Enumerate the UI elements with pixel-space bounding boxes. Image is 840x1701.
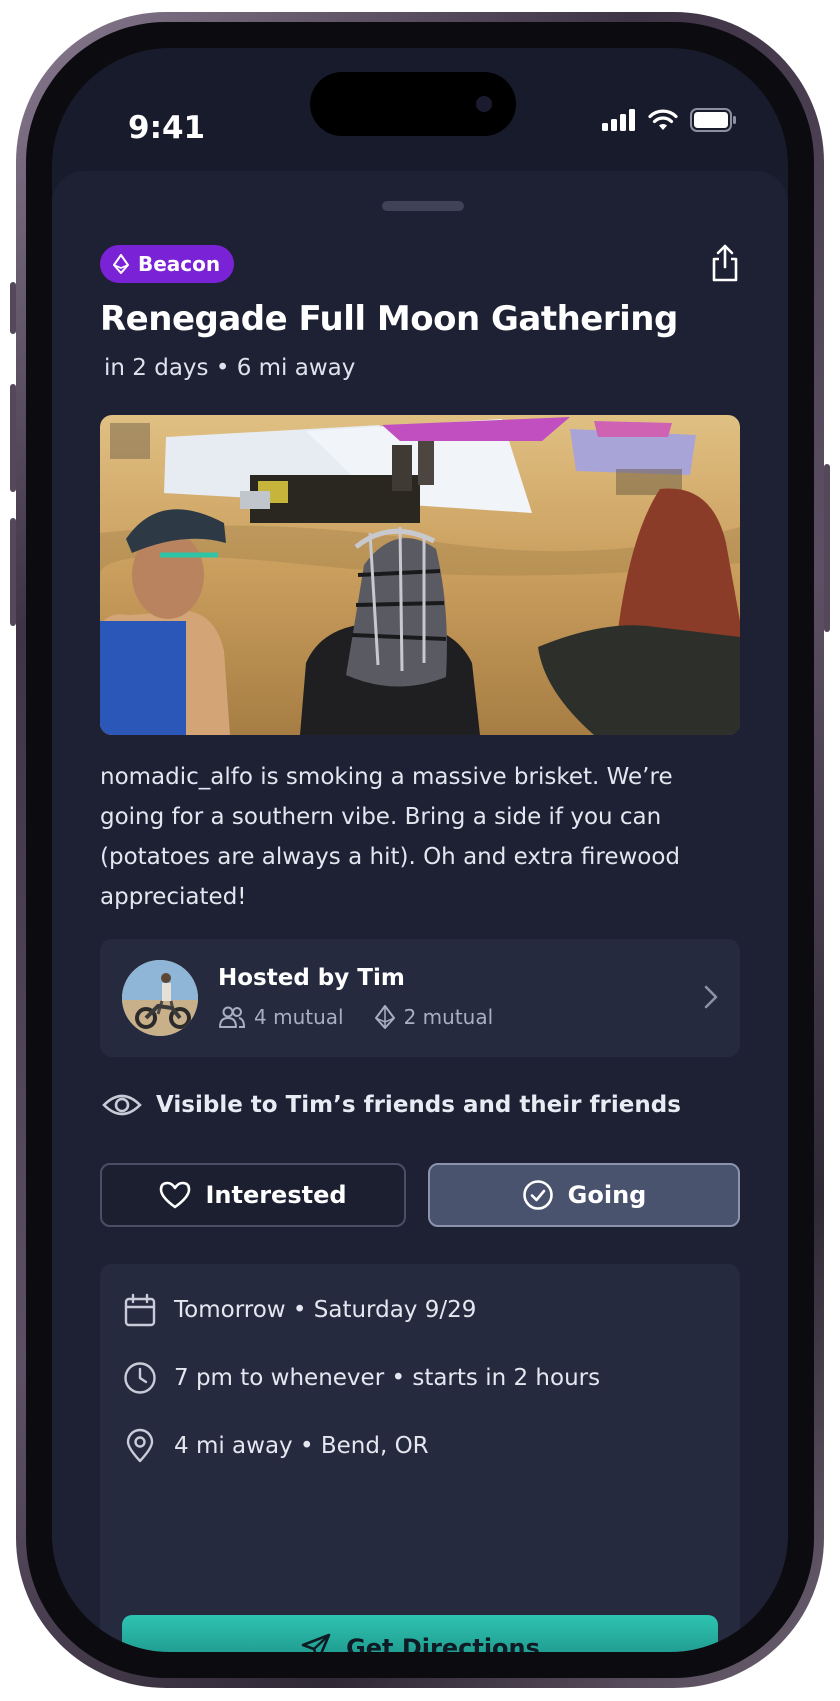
people-icon — [219, 1006, 246, 1028]
get-directions-button[interactable]: Get Directions — [122, 1615, 718, 1652]
interested-button[interactable]: Interested — [100, 1163, 406, 1227]
sheet-drag-handle[interactable] — [382, 201, 464, 211]
calendar-icon — [124, 1293, 156, 1327]
status-bar: 9:41 — [52, 48, 788, 178]
camera-lens — [476, 96, 492, 112]
event-time: 7 pm to whenever • starts in 2 hours — [174, 1365, 601, 1391]
phone-frame: 9:41 Beacon Renegade Full Moon Gathering… — [10, 12, 830, 1688]
volume-up-button — [10, 384, 16, 492]
interested-label: Interested — [205, 1181, 347, 1209]
time-row: 7 pm to whenever • starts in 2 hours — [122, 1360, 600, 1396]
signal-icon — [602, 109, 635, 131]
event-title: Renegade Full Moon Gathering — [100, 299, 678, 339]
event-details-card: Tomorrow • Saturday 9/29 7 pm to wheneve… — [100, 1264, 740, 1652]
power-button — [824, 464, 830, 632]
heart-icon — [160, 1181, 191, 1209]
event-description: nomadic_alfo is smoking a massive briske… — [100, 764, 681, 910]
screen: 9:41 Beacon Renegade Full Moon Gathering… — [52, 48, 788, 1652]
beacon-badge: Beacon — [100, 245, 235, 283]
wifi-icon — [648, 109, 678, 130]
event-sheet: Beacon Renegade Full Moon Gathering in 2… — [52, 171, 788, 1652]
status-icons — [602, 108, 738, 132]
location-pin-icon — [126, 1428, 154, 1463]
location-row: 4 mi away • Bend, OR — [122, 1428, 429, 1464]
event-location: 4 mi away • Bend, OR — [174, 1433, 429, 1459]
dynamic-island — [310, 72, 516, 136]
host-name: Hosted by Tim — [218, 965, 405, 991]
share-icon[interactable] — [708, 243, 742, 283]
going-button[interactable]: Going — [428, 1163, 740, 1227]
eye-icon — [102, 1094, 142, 1116]
event-subtitle: in 2 days • 6 mi away — [104, 355, 356, 381]
mutual-friends: 4 mutual — [254, 1005, 344, 1029]
battery-icon — [690, 108, 736, 132]
mute-switch — [10, 282, 16, 334]
visibility-row: Visible to Tim’s friends and their frien… — [102, 1091, 681, 1119]
visibility-text: Visible to Tim’s friends and their frien… — [156, 1092, 681, 1118]
event-photo[interactable] — [100, 415, 740, 735]
mutual-beacons: 2 mutual — [403, 1005, 494, 1029]
clock-icon — [124, 1362, 156, 1394]
host-card[interactable]: Hosted by Tim 4 mutual 2 mutual — [100, 939, 740, 1057]
event-date: Tomorrow • Saturday 9/29 — [174, 1297, 477, 1323]
mutual-row: 4 mutual 2 mutual — [218, 1005, 493, 1029]
badge-label: Beacon — [138, 252, 221, 276]
status-time: 9:41 — [128, 110, 206, 146]
check-circle-icon — [522, 1180, 553, 1210]
host-avatar — [122, 960, 198, 1036]
directions-label: Get Directions — [346, 1634, 540, 1652]
beacon-icon — [113, 254, 129, 274]
date-row: Tomorrow • Saturday 9/29 — [122, 1292, 476, 1328]
going-label: Going — [567, 1181, 647, 1209]
volume-down-button — [10, 518, 16, 626]
navigation-icon — [301, 1633, 331, 1652]
chevron-right-icon[interactable] — [704, 985, 718, 1009]
beacon-outline-icon — [374, 1005, 395, 1029]
